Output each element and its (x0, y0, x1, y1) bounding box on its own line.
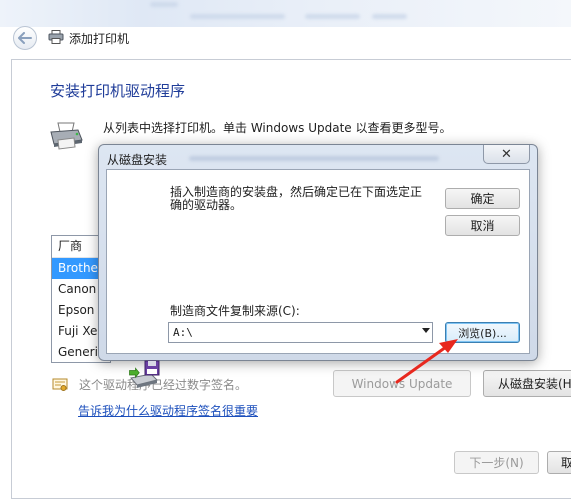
back-arrow-icon (18, 32, 32, 44)
blur-smear (190, 14, 285, 19)
browse-button[interactable]: 浏览(B)... (445, 322, 520, 343)
certificate-icon (52, 378, 68, 391)
blur-smear (189, 156, 439, 161)
page-title: 安装打印机驱动程序 (50, 82, 186, 100)
copy-from-input[interactable] (171, 324, 415, 341)
blur-smear (150, 2, 178, 7)
have-disk-button[interactable]: 从磁盘安装(H)... (483, 370, 571, 397)
cancel-button[interactable]: 取 (547, 451, 571, 474)
dialog-title: 从磁盘安装 (107, 153, 168, 167)
copy-from-label: 制造商文件复制来源(C): (170, 304, 300, 318)
signing-info-link[interactable]: 告诉我为什么驱动程序签名很重要 (78, 402, 258, 419)
blurred-title-strip (0, 0, 571, 27)
printer-icon (48, 30, 64, 44)
blur-smear (372, 14, 407, 19)
copy-from-combobox[interactable] (168, 322, 433, 343)
blur-smear (305, 14, 360, 19)
signed-status-text: 这个驱动程序已经过数字签名。 (79, 378, 248, 392)
instruction-text: 从列表中选择打印机。单击 Windows Update 以查看更多型号。 (103, 121, 452, 135)
close-icon: ✕ (501, 146, 512, 162)
windows-update-button[interactable]: Windows Update (333, 370, 471, 397)
next-button[interactable]: 下一步(N) (454, 451, 539, 474)
disk-install-icon (129, 360, 160, 388)
dialog-message: 插入制造商的安装盘，然后确定已在下面选定正确的驱动器。 (170, 185, 423, 212)
printer-icon (50, 122, 83, 150)
back-button[interactable] (13, 26, 37, 50)
navigation-bar: 添加打印机 (0, 26, 571, 51)
window-title: 添加打印机 (69, 32, 130, 46)
close-button[interactable]: ✕ (483, 145, 530, 164)
dialog-cancel-button[interactable]: 取消 (445, 215, 520, 236)
chevron-down-icon[interactable] (422, 328, 430, 333)
ok-button[interactable]: 确定 (445, 188, 520, 209)
